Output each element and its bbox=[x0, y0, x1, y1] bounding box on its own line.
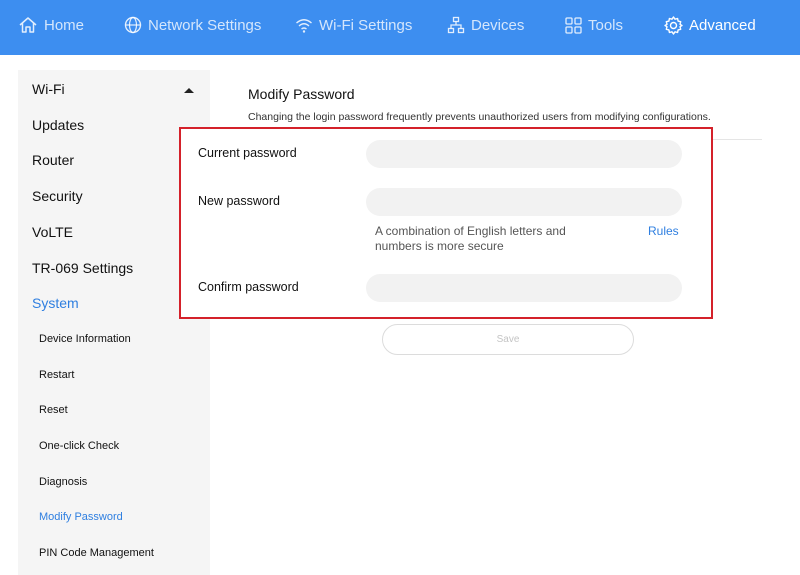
wifi-icon bbox=[296, 19, 312, 33]
nav-devices[interactable]: Devices bbox=[447, 0, 524, 50]
confirm-password-label: Confirm password bbox=[198, 280, 299, 294]
nav-wifi-label: Wi-Fi Settings bbox=[319, 16, 413, 34]
caret-up-icon[interactable] bbox=[184, 88, 194, 93]
nav-advanced-label: Advanced bbox=[689, 16, 756, 34]
current-password-input[interactable] bbox=[366, 140, 682, 168]
nav-network-label: Network Settings bbox=[148, 16, 262, 34]
nav-home-label: Home bbox=[44, 16, 85, 34]
nav-tools-label: Tools bbox=[588, 16, 624, 34]
sidebar-item-volte[interactable]: VoLTE bbox=[32, 224, 73, 240]
password-hint: A combination of English letters and num… bbox=[375, 224, 566, 253]
new-password-label: New password bbox=[198, 194, 280, 208]
sidebar-item-tr069[interactable]: TR-069 Settings bbox=[32, 260, 133, 276]
nav-tools[interactable]: Tools bbox=[565, 0, 623, 50]
sidebar-item-updates[interactable]: Updates bbox=[32, 117, 84, 133]
page-title: Modify Password bbox=[248, 86, 355, 102]
sidebar-item-wifi[interactable]: Wi-Fi bbox=[32, 81, 65, 97]
top-nav-bar: Home Network Settings Wi-Fi Settings Dev… bbox=[0, 0, 800, 55]
sidebar-sub-diagnosis[interactable]: Diagnosis bbox=[39, 476, 87, 488]
nav-advanced[interactable]: Advanced bbox=[664, 0, 756, 50]
rules-link[interactable]: Rules bbox=[648, 224, 679, 238]
sidebar-sub-pin-code-management[interactable]: PIN Code Management bbox=[39, 547, 154, 559]
current-password-label: Current password bbox=[198, 146, 297, 160]
sidebar-sub-device-information[interactable]: Device Information bbox=[39, 333, 131, 345]
home-icon bbox=[19, 17, 37, 33]
grid-tools-icon bbox=[565, 16, 582, 34]
sidebar-item-system[interactable]: System bbox=[32, 295, 79, 311]
sidebar-sub-reset[interactable]: Reset bbox=[39, 404, 68, 416]
nav-home[interactable]: Home bbox=[18, 0, 84, 50]
confirm-password-input[interactable] bbox=[366, 274, 682, 302]
nav-devices-label: Devices bbox=[471, 16, 525, 34]
nav-network-settings[interactable]: Network Settings bbox=[124, 0, 261, 50]
sidebar-item-security[interactable]: Security bbox=[32, 188, 83, 204]
devices-network-icon bbox=[447, 16, 465, 34]
new-password-input[interactable] bbox=[366, 188, 682, 216]
sidebar-sub-restart[interactable]: Restart bbox=[39, 369, 74, 381]
sidebar-sub-modify-password[interactable]: Modify Password bbox=[39, 511, 123, 523]
save-button[interactable]: Save bbox=[382, 324, 634, 355]
gear-icon bbox=[664, 15, 683, 35]
sidebar-sub-one-click-check[interactable]: One-click Check bbox=[39, 440, 119, 452]
globe-icon bbox=[124, 16, 142, 34]
sidebar-item-router[interactable]: Router bbox=[32, 152, 74, 168]
nav-wifi-settings[interactable]: Wi-Fi Settings bbox=[295, 0, 412, 50]
page-description: Changing the login password frequently p… bbox=[248, 111, 711, 123]
